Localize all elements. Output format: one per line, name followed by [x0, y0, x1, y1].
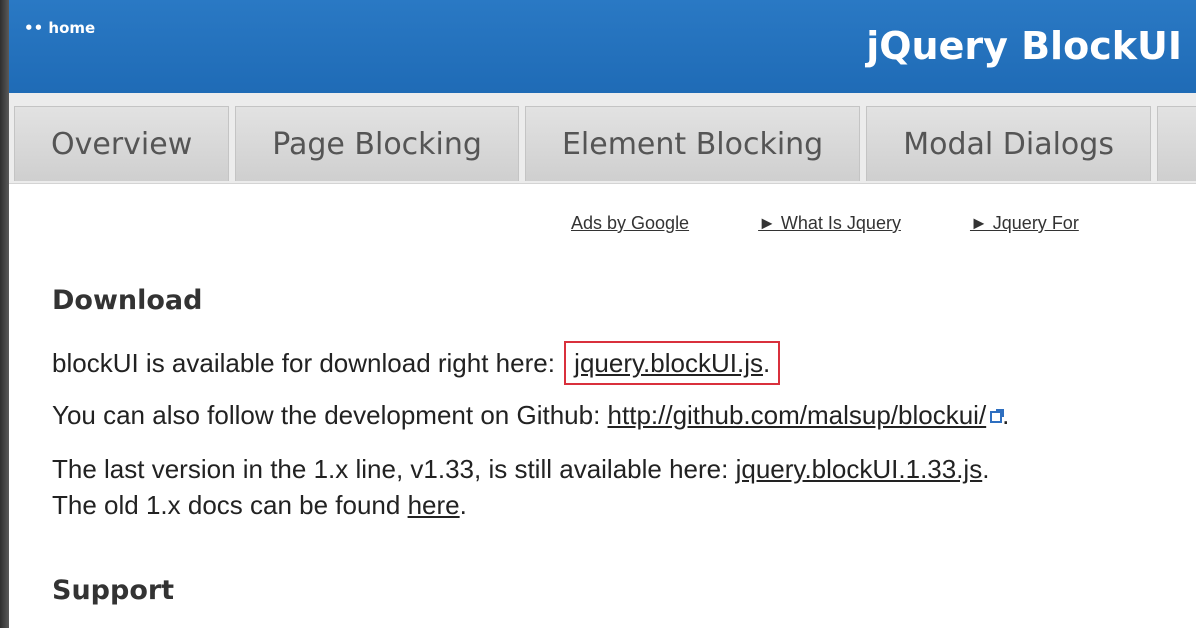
ad-link-what-is-jquery[interactable]: ► What Is Jquery [758, 213, 901, 233]
download-line-3-period: . [982, 454, 990, 484]
download-line-3: The last version in the 1.x line, v1.33,… [52, 451, 1196, 487]
jquery-blockui-1-33-link[interactable]: jquery.blockUI.1.33.js [736, 454, 983, 484]
download-line-4-text: The old 1.x docs can be found [52, 490, 408, 520]
ads-row: Ads by Google ► What Is Jquery ► Jquery … [571, 213, 1143, 234]
main-content: Download blockUI is available for downlo… [52, 283, 1196, 609]
window-left-edge [0, 0, 9, 628]
site-title: jQuery BlockUI [866, 24, 1182, 68]
download-line-4-period: . [459, 490, 467, 520]
old-docs-link[interactable]: here [408, 490, 460, 520]
external-link-icon[interactable] [990, 409, 1005, 424]
tab-modal-dialogs[interactable]: Modal Dialogs [866, 106, 1151, 181]
download-line-1: blockUI is available for download right … [52, 341, 1196, 385]
tab-element-blocking[interactable]: Element Blocking [524, 106, 861, 181]
ads-by-google-label[interactable]: Ads by Google [571, 213, 689, 233]
tab-page-blocking[interactable]: Page Blocking [235, 106, 519, 181]
download-line-1-period: . [762, 348, 771, 378]
github-link[interactable]: http://github.com/malsup/blockui/ [608, 400, 987, 430]
download-line-1-text: blockUI is available for download right … [52, 348, 563, 378]
home-link[interactable]: •• home [24, 19, 95, 37]
tab-cut-off[interactable]: D [1156, 106, 1196, 181]
jquery-blockui-js-link[interactable]: jquery.blockUI.js [574, 348, 763, 378]
tab-overview[interactable]: Overview [14, 106, 230, 181]
site-header: •• home jQuery BlockUI [0, 0, 1196, 93]
download-line-4: The old 1.x docs can be found here. [52, 487, 1196, 523]
download-line-2-text: You can also follow the development on G… [52, 400, 608, 430]
download-line-2: You can also follow the development on G… [52, 397, 1196, 433]
support-heading: Support [52, 575, 175, 606]
tabs: Overview Page Blocking Element Blocking … [14, 106, 1196, 181]
highlight-box: jquery.blockUI.js. [564, 341, 781, 385]
ad-link-jquery-for[interactable]: ► Jquery For [970, 213, 1079, 233]
download-heading: Download [52, 285, 203, 316]
download-line-3-text: The last version in the 1.x line, v1.33,… [52, 454, 736, 484]
